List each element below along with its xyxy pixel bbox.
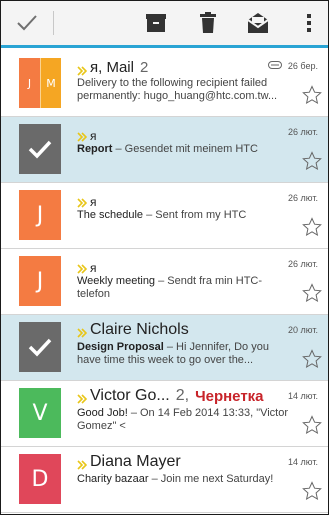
preview-text: – Gesendet mit meinem HTC bbox=[112, 143, 258, 155]
message-row[interactable]: J M я, Mail 2 26 бер. Delivery to the fo… bbox=[1, 51, 328, 117]
message-date: 20 лют. bbox=[288, 325, 318, 335]
message-preview: Delivery to the following recipient fail… bbox=[77, 77, 295, 103]
message-row[interactable]: V Victor Go... 2, Чернетка 14 лют. Good … bbox=[1, 381, 328, 447]
avatar: J bbox=[19, 256, 61, 306]
selected-check-icon[interactable] bbox=[19, 124, 61, 174]
toolbar-divider bbox=[53, 11, 54, 35]
done-check-icon[interactable] bbox=[1, 1, 53, 45]
sender-name: я bbox=[90, 195, 97, 209]
attachment-icon bbox=[267, 61, 282, 71]
sender-line: я, Mail 2 bbox=[77, 59, 148, 76]
sender-name: Claire Nichols bbox=[90, 321, 189, 338]
star-icon[interactable] bbox=[302, 217, 322, 237]
message-preview: Charity bazaar – Join me next Saturday! bbox=[77, 473, 295, 486]
message-date: 26 бер. bbox=[287, 61, 318, 71]
message-date: 26 лют. bbox=[288, 259, 318, 269]
message-subject: The schedule bbox=[77, 209, 144, 221]
avatar: D bbox=[19, 454, 61, 504]
sender-name: я bbox=[90, 129, 97, 143]
chevron-icon bbox=[77, 263, 88, 274]
sender-name: Victor Go... bbox=[90, 387, 170, 404]
preview-text: – Join me next Saturday! bbox=[148, 473, 274, 485]
message-preview: Design Proposal – Hi Jennifer, Do you ha… bbox=[77, 341, 295, 367]
selected-check-icon[interactable] bbox=[19, 322, 61, 372]
message-subject: Weekly meeting bbox=[77, 275, 156, 287]
message-date: 26 лют. bbox=[288, 193, 318, 203]
message-preview: Report – Gesendet mit meinem HTC bbox=[77, 143, 295, 156]
sender-line: Claire Nichols bbox=[77, 321, 189, 339]
avatar-half: M bbox=[40, 58, 61, 108]
archive-icon[interactable] bbox=[141, 1, 171, 45]
avatar-half: J bbox=[19, 58, 40, 108]
date-line: 26 бер. bbox=[267, 61, 318, 71]
action-toolbar bbox=[1, 1, 328, 48]
chevron-icon bbox=[77, 457, 88, 470]
sender-line: я bbox=[77, 261, 97, 275]
chevron-icon bbox=[77, 391, 88, 404]
message-row[interactable]: J я 26 лют. The schedule – Sent from my … bbox=[1, 183, 328, 249]
star-icon[interactable] bbox=[302, 349, 322, 369]
message-row[interactable]: J я 26 лют. Weekly meeting – Sendt fra m… bbox=[1, 249, 328, 315]
star-icon[interactable] bbox=[302, 415, 322, 435]
message-preview: Good Job! – On 14 Feb 2014 13:33, "Victo… bbox=[77, 407, 295, 433]
message-subject: Charity bazaar bbox=[77, 473, 149, 485]
chevron-icon bbox=[77, 63, 88, 76]
message-date: 14 лют. bbox=[288, 457, 318, 467]
message-subject: Design Proposal bbox=[77, 341, 164, 353]
chevron-icon bbox=[77, 325, 88, 338]
app-frame: J M я, Mail 2 26 бер. Delivery to the fo… bbox=[0, 0, 329, 515]
message-row[interactable]: D Diana Mayer 14 лют. Charity bazaar – J… bbox=[1, 447, 328, 513]
sender-name: я bbox=[90, 261, 97, 275]
date-line: 26 лют. bbox=[288, 193, 318, 203]
sender-name: Diana Mayer bbox=[90, 453, 181, 470]
message-preview: Weekly meeting – Sendt fra min HTC-telef… bbox=[77, 275, 295, 301]
date-line: 26 лют. bbox=[288, 259, 318, 269]
chevron-icon bbox=[77, 197, 88, 208]
message-date: 14 лют. bbox=[288, 391, 318, 401]
avatar: V bbox=[19, 388, 61, 438]
message-row[interactable]: Claire Nichols 20 лют. Design Proposal –… bbox=[1, 315, 328, 381]
star-icon[interactable] bbox=[302, 283, 322, 303]
thread-count: 2, bbox=[175, 387, 190, 404]
avatar: J bbox=[19, 190, 61, 240]
trash-icon[interactable] bbox=[193, 1, 223, 45]
star-icon[interactable] bbox=[302, 85, 322, 105]
draft-label: Чернетка bbox=[195, 387, 264, 405]
mark-read-icon[interactable] bbox=[241, 1, 275, 45]
date-line: 20 лют. bbox=[288, 325, 318, 335]
message-subject: Good Job! bbox=[77, 407, 128, 419]
star-icon[interactable] bbox=[302, 481, 322, 501]
message-preview: The schedule – Sent from my HTC bbox=[77, 209, 295, 222]
more-vert-icon[interactable] bbox=[297, 1, 321, 45]
date-line: 14 лют. bbox=[288, 457, 318, 467]
preview-text: Delivery to the following recipient fail… bbox=[77, 77, 278, 102]
date-line: 14 лют. bbox=[288, 391, 318, 401]
thread-count: 2 bbox=[139, 59, 149, 76]
avatar: J M bbox=[19, 58, 61, 108]
date-line: 26 лют. bbox=[288, 127, 318, 137]
message-subject: Report bbox=[77, 143, 113, 155]
sender-line: Victor Go... 2, Чернетка bbox=[77, 387, 264, 405]
message-row[interactable]: я 26 лют. Report – Gesendet mit meinem H… bbox=[1, 117, 328, 183]
star-icon[interactable] bbox=[302, 151, 322, 171]
chevron-icon bbox=[77, 131, 88, 142]
sender-line: я bbox=[77, 195, 97, 209]
sender-line: Diana Mayer bbox=[77, 453, 181, 471]
message-date: 26 лют. bbox=[288, 127, 318, 137]
preview-text: – Sent from my HTC bbox=[143, 209, 247, 221]
sender-name: я, Mail bbox=[90, 59, 134, 76]
sender-line: я bbox=[77, 129, 97, 143]
